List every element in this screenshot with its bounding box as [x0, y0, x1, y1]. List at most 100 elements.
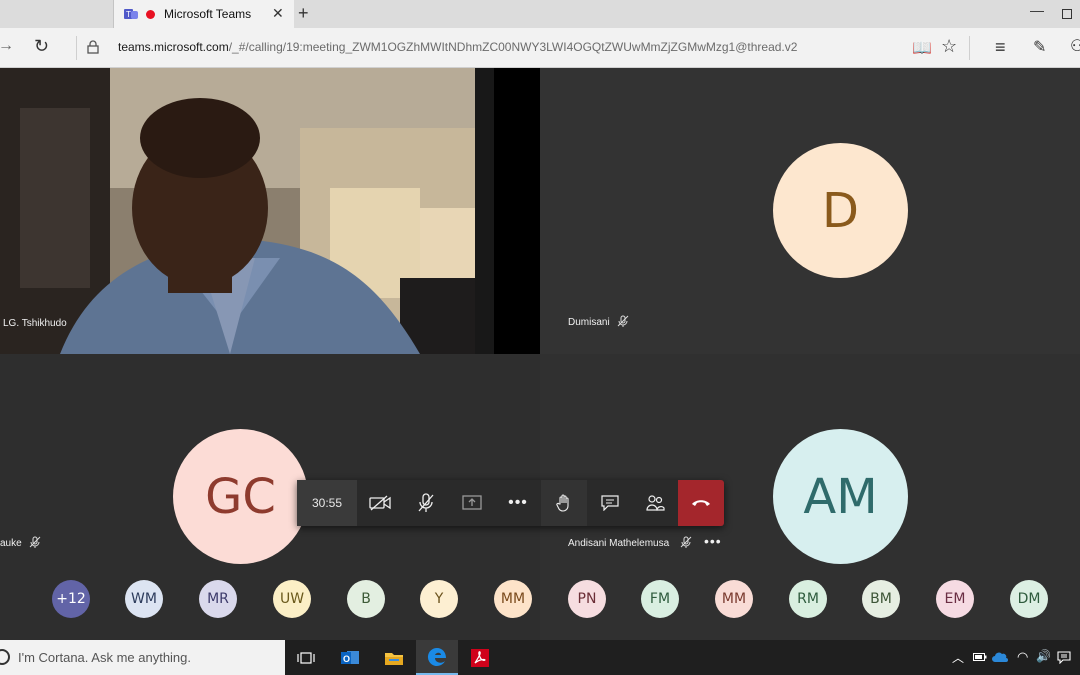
hub-icon[interactable]: ≡ — [995, 37, 1006, 58]
chat-icon — [601, 495, 619, 511]
chip-label: UW — [279, 591, 305, 607]
cortana-search-box[interactable]: I'm Cortana. Ask me anything. — [0, 640, 285, 675]
share-screen-button[interactable] — [449, 480, 495, 526]
url-field[interactable]: teams.microsoft.com/_#/calling/19:meetin… — [118, 40, 797, 54]
participant-chip[interactable]: FM — [641, 580, 679, 618]
more-options-icon[interactable]: ••• — [704, 533, 722, 549]
participant-chip[interactable]: B — [347, 580, 385, 618]
url-path: /_#/calling/19:meeting_ZWM1OGZhMWItNDhmZ… — [228, 40, 798, 54]
call-controls-bar: 30:55 ••• — [297, 480, 724, 526]
avatar-initials: AM — [803, 468, 878, 525]
avatar: AM — [773, 429, 908, 564]
avatar-initials: D — [822, 182, 859, 239]
participants-button[interactable] — [632, 480, 678, 526]
chip-label: MM — [500, 591, 526, 607]
participant-chip[interactable]: UW — [273, 580, 311, 618]
edge-taskbar-button[interactable] — [416, 640, 458, 675]
chip-label: MM — [721, 591, 747, 607]
cortana-placeholder: I'm Cortana. Ask me anything. — [18, 650, 192, 665]
share-screen-icon — [462, 495, 482, 510]
raise-hand-icon — [556, 494, 569, 512]
chip-label: RM — [797, 591, 819, 607]
participant-chip[interactable]: MM — [715, 580, 753, 618]
participant-video-feed — [0, 68, 494, 354]
new-tab-icon[interactable]: + — [298, 3, 309, 24]
participant-name: Dumisani — [568, 317, 610, 328]
browser-tab-strip: T Microsoft Teams ✕ + — — [0, 0, 1080, 28]
maximize-icon[interactable] — [1062, 9, 1072, 19]
participant-chip[interactable]: DM — [1010, 580, 1048, 618]
reading-view-icon[interactable]: 📖 — [912, 38, 932, 58]
acrobat-taskbar-button[interactable] — [459, 640, 501, 675]
wifi-icon[interactable]: ◠ — [1017, 649, 1028, 665]
edge-icon — [427, 647, 446, 666]
chip-label: +12 — [56, 591, 86, 607]
chip-label: MR — [207, 591, 229, 607]
camera-toggle-button[interactable] — [357, 480, 403, 526]
meeting-stage: LG. Tshikhudo D Dumisani GC auke AM Andi… — [0, 68, 1080, 640]
participant-name: Andisani Mathelemusa — [568, 538, 670, 549]
participant-chip[interactable]: WM — [125, 580, 163, 618]
chip-label: EM — [944, 591, 966, 607]
hang-up-button[interactable] — [678, 480, 724, 526]
chip-label: Y — [434, 591, 444, 607]
tab-title: Microsoft Teams — [164, 7, 252, 21]
onedrive-icon[interactable] — [992, 651, 1008, 663]
refresh-icon[interactable]: ↻ — [34, 36, 49, 57]
participant-name: auke — [0, 538, 22, 549]
windows-taskbar: I'm Cortana. Ask me anything. O ︿ ◠ 🔊 — [0, 640, 1080, 675]
lock-icon — [87, 40, 99, 54]
participant-chip[interactable]: MM — [494, 580, 532, 618]
chip-label: FM — [649, 591, 671, 607]
avatar-initials: GC — [205, 468, 276, 525]
outlook-taskbar-button[interactable]: O — [329, 640, 371, 675]
url-domain: teams.microsoft.com — [118, 40, 229, 54]
notifications-icon[interactable] — [1057, 651, 1071, 664]
favorite-star-icon[interactable]: ☆ — [941, 36, 957, 57]
more-actions-icon[interactable]: ••• — [495, 480, 541, 526]
share-icon[interactable]: ⚇ — [1070, 36, 1080, 56]
web-note-icon[interactable]: ✎ — [1033, 37, 1046, 57]
mic-toggle-button[interactable] — [403, 480, 449, 526]
task-view-button[interactable] — [285, 640, 327, 675]
battery-icon[interactable] — [973, 652, 987, 662]
cortana-icon — [0, 649, 10, 665]
mic-off-icon — [29, 536, 41, 548]
camera-off-icon — [369, 495, 391, 511]
participant-chip[interactable]: EM — [936, 580, 974, 618]
task-view-icon — [297, 651, 315, 664]
participant-chip[interactable]: MR — [199, 580, 237, 618]
volume-icon[interactable]: 🔊 — [1036, 649, 1051, 663]
teams-icon: T — [124, 9, 138, 19]
participant-chip[interactable]: BM — [862, 580, 900, 618]
hang-up-icon — [692, 500, 710, 506]
participant-name: LG. Tshikhudo — [3, 318, 67, 329]
participant-chip[interactable]: Y — [420, 580, 458, 618]
video-letterbox — [494, 68, 540, 354]
raise-hand-button[interactable] — [541, 480, 587, 526]
chip-label: BM — [870, 591, 892, 607]
avatar: GC — [173, 429, 308, 564]
close-tab-icon[interactable]: ✕ — [272, 5, 284, 22]
browser-tab-teams[interactable]: T Microsoft Teams ✕ — [114, 0, 294, 28]
browser-tab-previous[interactable] — [0, 0, 114, 28]
divider — [969, 36, 970, 60]
minimize-icon[interactable]: — — [1030, 2, 1044, 18]
participants-icon — [646, 495, 665, 511]
chat-button[interactable] — [587, 480, 633, 526]
recording-dot-icon — [146, 10, 155, 19]
tray-overflow-icon[interactable]: ︿ — [952, 649, 964, 666]
participant-chip[interactable]: PN — [568, 580, 606, 618]
divider — [76, 36, 77, 60]
svg-text:O: O — [343, 654, 350, 664]
pdf-icon — [471, 648, 489, 667]
participant-tile-dumisani[interactable]: D Dumisani — [540, 68, 1080, 354]
file-explorer-taskbar-button[interactable] — [373, 640, 415, 675]
video-tile-tshikhudo[interactable]: LG. Tshikhudo — [0, 68, 494, 354]
forward-icon[interactable]: → — [0, 37, 14, 55]
participant-chip[interactable]: RM — [789, 580, 827, 618]
address-bar-row: → ↻ teams.microsoft.com/_#/calling/19:me… — [0, 28, 1080, 68]
mic-off-icon — [617, 315, 629, 327]
overflow-participants-chip[interactable]: +12 — [52, 580, 90, 618]
outlook-icon: O — [341, 650, 359, 664]
